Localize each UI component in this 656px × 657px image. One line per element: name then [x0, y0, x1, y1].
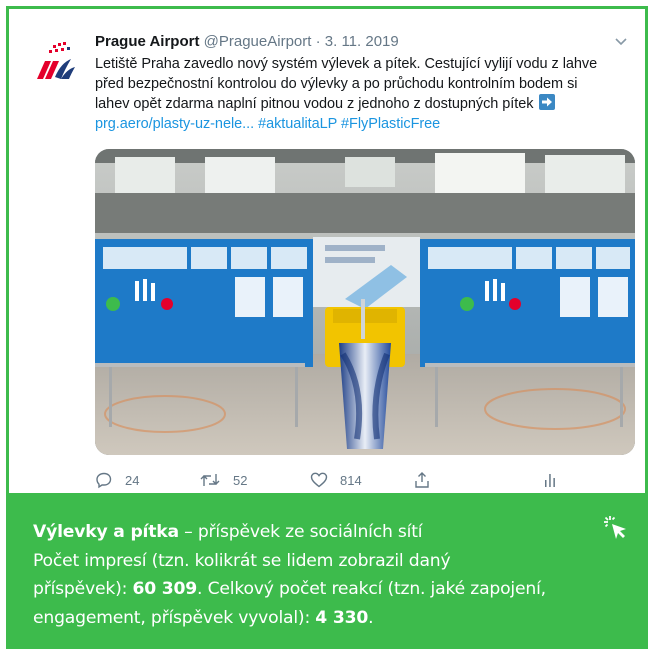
tweet-text-line: před bezpečnostní kontrolou do výlevky a…: [95, 76, 578, 92]
author-name[interactable]: Prague Airport: [95, 33, 199, 50]
retweet-count: 52: [233, 472, 248, 488]
tweet-embed[interactable]: Prague Airport @PragueAirport · 3. 11. 2…: [9, 9, 645, 493]
analytics-icon: [545, 474, 555, 487]
click-cursor-icon: [604, 516, 626, 539]
tweet-header: Prague Airport @PragueAirport · 3. 11. 2…: [95, 32, 625, 52]
reply-count: 24: [125, 472, 140, 488]
caption-line: engagement, příspěvek vyvolal): 4 330.: [33, 604, 623, 633]
tweet-date[interactable]: 3. 11. 2019: [325, 33, 399, 50]
caption-line: Výlevky a pítka – příspěvek ze sociálníc…: [33, 518, 623, 547]
prague-airport-logo-icon[interactable]: [31, 39, 79, 87]
tweet-text-fragment: lahev opět zdarma naplní pitnou vodou z …: [95, 96, 534, 112]
reply-icon: [96, 472, 112, 489]
caption-fragment: příspěvek):: [33, 579, 133, 599]
tweet-photo[interactable]: [95, 149, 635, 455]
caption-fragment: . Celkový počet reakcí (tzn. jaké zapoje…: [197, 579, 546, 599]
heart-icon: [310, 472, 328, 488]
reply-button[interactable]: 24: [95, 469, 139, 491]
tweet-text-line: Letiště Praha zavedlo nový systém výleve…: [95, 56, 598, 72]
water-station-photo: [95, 149, 635, 455]
tweet-links-line: prg.aero/plasty-uz-nele... #aktualitaLP …: [95, 114, 635, 134]
caption-line: příspěvek): 60 309. Celkový počet reakcí…: [33, 575, 623, 604]
caption-text: Výlevky a pítka – příspěvek ze sociálníc…: [33, 518, 623, 632]
header-separator: ·: [311, 33, 325, 50]
share-icon: [415, 472, 429, 488]
reactions-value: 4 330: [315, 607, 369, 628]
like-count: 814: [340, 472, 362, 488]
share-button[interactable]: [413, 469, 443, 491]
tweet-url-link[interactable]: prg.aero/plasty-uz-nele...: [95, 116, 254, 132]
caption-title: Výlevky a pítka: [33, 522, 179, 542]
caption-fragment: engagement, příspěvek vyvolal):: [33, 607, 316, 628]
analytics-button[interactable]: [541, 469, 571, 491]
like-button[interactable]: 814: [310, 469, 362, 491]
right-arrow-emoji-icon: [539, 94, 556, 110]
tweet-actions: 24 52 814: [95, 469, 635, 491]
retweet-icon: [200, 474, 220, 486]
tweet-text: Letiště Praha zavedlo nový systém výleve…: [95, 54, 635, 134]
hashtag-link[interactable]: #aktualitaLP: [258, 116, 337, 132]
retweet-button[interactable]: 52: [199, 469, 247, 491]
hashtag-link[interactable]: #FlyPlasticFree: [341, 116, 440, 132]
tweet-text-line: lahev opět zdarma naplní pitnou vodou z …: [95, 94, 635, 114]
post-card: Prague Airport @PragueAirport · 3. 11. 2…: [6, 6, 648, 649]
caption-line: Počet impresí (tzn. kolikrát se lidem zo…: [33, 550, 451, 571]
caption-subtitle: – příspěvek ze sociálních sítí: [178, 522, 423, 542]
chevron-down-icon[interactable]: [613, 35, 629, 49]
impressions-value: 60 309: [132, 579, 198, 599]
post-caption: Výlevky a pítka – příspěvek ze sociálníc…: [9, 493, 645, 646]
caption-fragment: .: [368, 607, 374, 628]
author-handle[interactable]: @PragueAirport: [204, 33, 312, 50]
